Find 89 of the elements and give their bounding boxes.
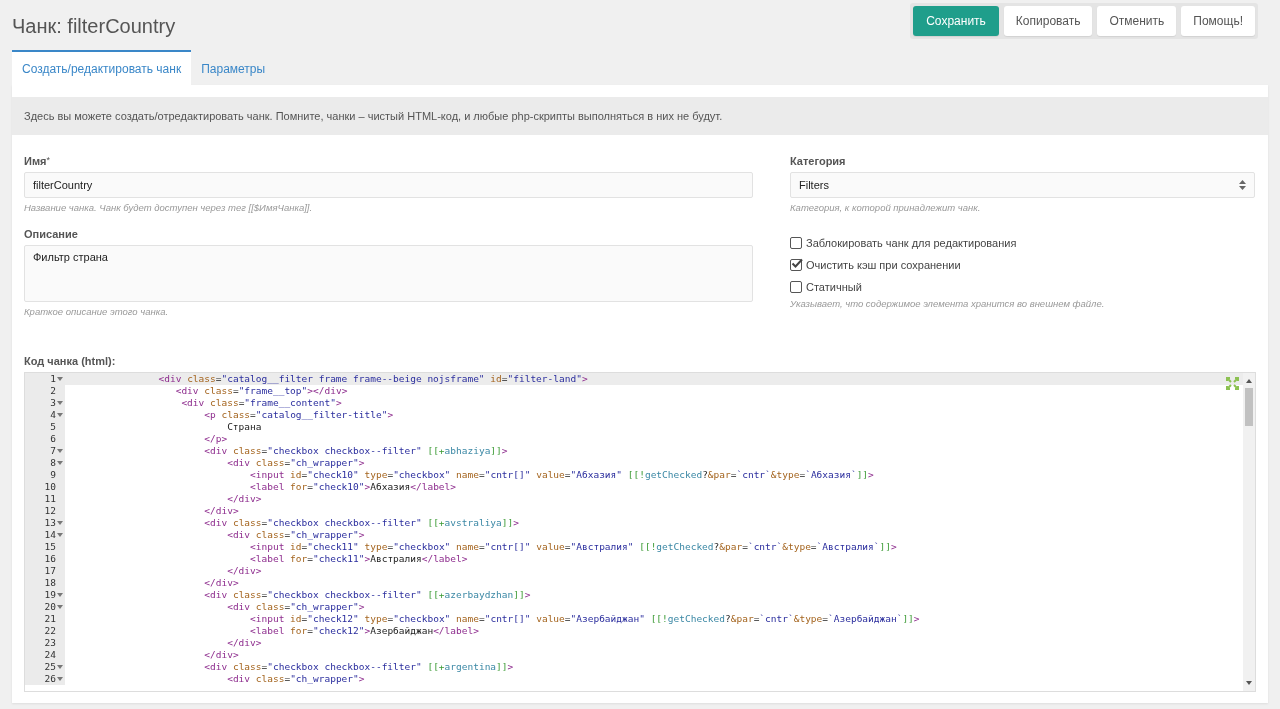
line-number: 21 [44,613,56,625]
action-button[interactable]: Копировать [1003,6,1093,36]
code-line: <div class="ch_wrapper"> [226,529,365,541]
checkbox[interactable] [790,237,802,249]
required-mark: * [46,155,50,167]
page-title: Чанк: filterCountry [12,15,176,38]
help-text: Название чанка. Чанк будет доступен через тег [[$ИмяЧанка]]. [24,202,314,214]
line-number: 14 [44,529,56,541]
code-line: </div> [226,637,262,649]
field-label: Имя [24,155,47,167]
line-number: 7 [50,445,56,457]
checkbox[interactable] [790,259,802,271]
tab[interactable]: Параметры [191,50,276,85]
line-number: 18 [44,577,56,589]
line-number: 2 [50,385,56,397]
fold-caret-icon[interactable] [57,593,63,597]
code-line: </div> [226,493,262,505]
code-line: <div class="frame__top"></div> [174,385,348,397]
fold-caret-icon[interactable] [57,665,63,669]
code-line: <div class="ch_wrapper"> [226,673,365,685]
name-field[interactable]: filterCountry [24,172,753,198]
action-button[interactable]: Помощь! [1181,6,1255,36]
fold-caret-icon[interactable] [57,677,63,681]
help-text: Краткое описание этого чанка. [24,306,170,318]
action-button[interactable]: Отменить [1097,6,1177,36]
fold-caret-icon[interactable] [57,605,63,609]
line-number: 26 [44,673,56,685]
notice-bar: Здесь вы можете создать/отредактировать чанк. Помните, чанки – чистый HTML-код, и любые php-скрипты выполняться в них не будут. [12,97,1268,135]
line-number: 11 [44,493,56,505]
code-line: <label for="check12">Азербайджан</label> [249,625,479,637]
line-number: 5 [50,421,56,433]
fullscreen-icon[interactable] [1226,377,1239,390]
line-number: 25 [44,661,56,673]
code-line: <div class="ch_wrapper"> [226,457,365,469]
line-number: 13 [44,517,56,529]
help-text: Указывает, что содержимое элемента хранится во внешнем файле. [790,298,1106,310]
line-number: 20 [44,601,56,613]
code-line: <div class="ch_wrapper"> [226,601,365,613]
fold-caret-icon[interactable] [57,377,63,381]
line-number: 16 [44,553,56,565]
code-line: Страна [226,421,262,433]
code-line: </div> [203,577,239,589]
code-line: <input id="check10" type="checkbox" name="cntr[]" value="Абхазия" [[!getChecked?&par=`cntr`&type=`Абхазия`]]> [249,469,874,481]
fold-caret-icon[interactable] [57,401,63,405]
fold-caret-icon[interactable] [57,521,63,525]
line-number: 9 [50,469,56,481]
line-number: 10 [44,481,56,493]
code-line: </div> [226,565,262,577]
code-line: <input id="check12" type="checkbox" name="cntr[]" value="Азербайджан" [[!getChecked?&par=`cntr`&type=`Азербайджан`]]> [249,613,920,625]
line-number: 1 [50,373,56,385]
field-label: Описание [24,228,78,240]
line-number: 23 [44,637,56,649]
code-line: <label for="check11">Австралия</label> [249,553,468,565]
field-label: Код чанка (html): [24,355,116,367]
help-text: Категория, к которой принадлежит чанк. [790,202,982,214]
checkbox-label: Статичный [806,281,862,293]
code-line: </div> [203,649,239,661]
code-line: <div class="checkbox checkbox--filter" [[+abhaziya]]> [203,445,508,457]
sort-arrows-icon [1239,180,1246,190]
line-number: 12 [44,505,56,517]
line-number: 3 [50,397,56,409]
code-line: <div class="frame__content"> [180,397,342,409]
code-line: <input id="check11" type="checkbox" name="cntr[]" value="Австралия" [[!getChecked?&par=`cntr`&type=`Австралия`]]> [249,541,897,553]
field-label: Категория [790,155,846,167]
code-line: <label for="check10">Абхазия</label> [249,481,457,493]
code-line: <p class="catalog__filter-title"> [203,409,394,421]
line-number: 6 [50,433,56,445]
fold-caret-icon[interactable] [57,449,63,453]
code-line: </div> [203,505,239,517]
checkbox-label: Заблокировать чанк для редактирования [806,237,1017,249]
line-number: 19 [44,589,56,601]
line-number: 4 [50,409,56,421]
category-select[interactable]: Filters [790,172,1255,198]
fold-caret-icon[interactable] [57,533,63,537]
line-number: 22 [44,625,56,637]
code-line: <div class="checkbox checkbox--filter" [[+avstraliya]]> [203,517,519,529]
tab[interactable]: Создать/редактировать чанк [12,50,192,85]
code-line: <div class="checkbox checkbox--filter" [[+azerbaydzhan]]> [203,589,531,601]
code-line: </p> [203,433,228,445]
line-number: 17 [44,565,56,577]
line-number: 8 [50,457,56,469]
line-number: 24 [44,649,56,661]
line-number: 15 [44,541,56,553]
code-line: <div class="checkbox checkbox--filter" [[+argentina]]> [203,661,514,673]
description-field[interactable]: Фильтр страна [24,245,753,302]
fold-caret-icon[interactable] [57,413,63,417]
checkbox[interactable] [790,281,802,293]
checkbox-label: Очистить кэш при сохранении [806,259,961,271]
fold-caret-icon[interactable] [57,461,63,465]
